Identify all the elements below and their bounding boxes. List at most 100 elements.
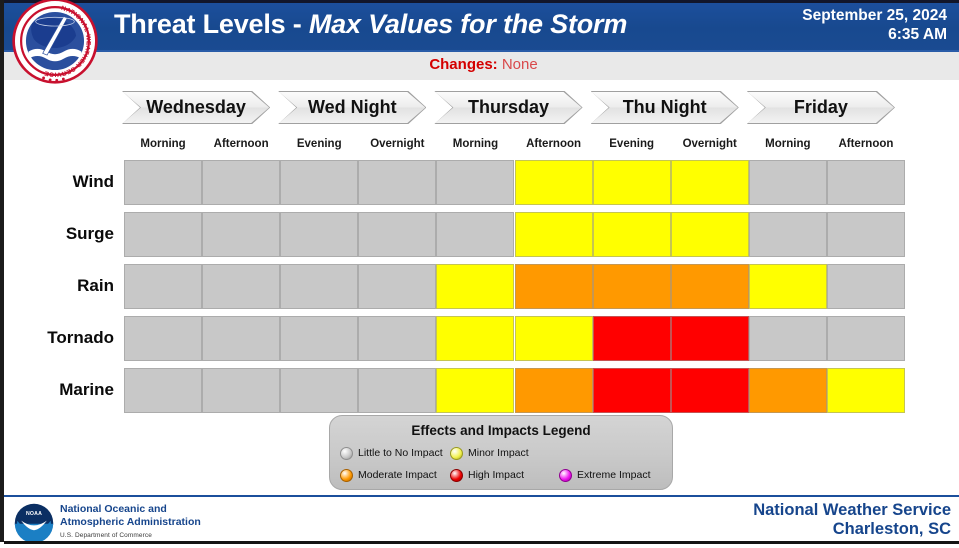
threat-cell-wind-1 [202, 160, 281, 205]
threat-cell-wind-8 [748, 160, 827, 205]
nws-office-line-2: Charleston, SC [832, 520, 951, 538]
threat-cell-surge-3 [358, 212, 437, 257]
period-label-4: Morning [452, 138, 499, 150]
threat-cell-tornado-1 [202, 316, 281, 361]
threat-row-label-tornado: Tornado [47, 327, 114, 347]
threat-cell-surge-7 [670, 212, 749, 257]
threat-cell-surge-9 [826, 212, 905, 257]
threat-cell-rain-0 [124, 264, 203, 309]
threat-cell-surge-5 [514, 212, 593, 257]
threat-cell-rain-4 [436, 264, 515, 309]
noaa-line-3: U.S. Department of Commerce [60, 531, 152, 539]
threat-cell-surge-4 [436, 212, 515, 257]
period-label-0: Morning [140, 138, 186, 150]
effects-impacts-legend: Effects and Impacts Legend Little to No … [329, 415, 673, 490]
threat-cell-rain-9 [826, 264, 905, 309]
noaa-logo-icon: NOAA [14, 503, 54, 543]
noaa-line-1: National Oceanic and [60, 503, 167, 515]
threat-cell-wind-4 [436, 160, 515, 205]
threat-cell-rain-1 [202, 264, 281, 309]
period-label-6: Evening [609, 138, 654, 150]
threat-cell-tornado-3 [358, 316, 437, 361]
legend-label: Moderate Impact [358, 469, 437, 481]
noaa-agency-text: National Oceanic and Atmospheric Adminis… [60, 503, 201, 542]
legend-label: Extreme Impact [577, 469, 651, 481]
changes-strip: Changes: None [4, 50, 959, 82]
changes-label: Changes: [429, 56, 498, 73]
page-title-plain: Threat Levels - [114, 9, 309, 39]
page-title: Threat Levels - Max Values for the Storm [114, 9, 774, 40]
threat-cell-wind-2 [280, 160, 359, 205]
threat-cell-wind-0 [124, 160, 203, 205]
header-date-text: September 25, 2024 [802, 7, 947, 24]
threat-cell-rain-3 [358, 264, 437, 309]
header-datetime: September 25, 2024 6:35 AM [802, 6, 947, 44]
threat-cell-wind-7 [670, 160, 749, 205]
changes-value: None [501, 56, 538, 73]
threat-cell-marine-5 [514, 368, 593, 413]
threat-cell-marine-8 [748, 368, 827, 413]
day-header-thursday: Thursday [435, 92, 581, 123]
period-label-5: Afternoon [526, 138, 582, 150]
changes-text: Changes: None [4, 56, 959, 73]
threat-cell-wind-5 [514, 160, 593, 205]
threat-cell-surge-2 [280, 212, 359, 257]
threat-cell-rain-2 [280, 264, 359, 309]
period-label-3: Overnight [370, 138, 425, 150]
threat-cell-surge-8 [748, 212, 827, 257]
threat-cell-marine-1 [202, 368, 281, 413]
legend-swatch-icon [559, 469, 572, 482]
threat-cell-tornado-0 [124, 316, 203, 361]
threat-row-label-rain: Rain [77, 275, 114, 295]
threat-cell-wind-6 [592, 160, 671, 205]
threat-cell-tornado-8 [748, 316, 827, 361]
header-time-text: 6:35 AM [888, 26, 947, 43]
nws-office-line-1: National Weather Service [753, 501, 951, 519]
threat-row-label-surge: Surge [65, 223, 114, 243]
legend-label: Minor Impact [468, 447, 529, 459]
threat-cell-marine-9 [826, 368, 905, 413]
threat-cell-marine-0 [124, 368, 203, 413]
threat-cell-tornado-5 [514, 316, 593, 361]
footer-bar: NOAA National Oceanic and Atmospheric Ad… [4, 495, 959, 544]
threat-cell-rain-5 [514, 264, 593, 309]
footer-bottom-edge [4, 541, 959, 544]
legend-swatch-icon [450, 447, 463, 460]
threat-cell-tornado-4 [436, 316, 515, 361]
threat-cell-tornado-2 [280, 316, 359, 361]
day-header-thu-night: Thu Night [592, 92, 738, 123]
legend-swatch-icon [340, 469, 353, 482]
period-label-2: Evening [296, 138, 342, 150]
period-label-7: Overnight [682, 138, 737, 150]
svg-text:NOAA: NOAA [26, 511, 42, 517]
threat-cell-wind-3 [358, 160, 437, 205]
period-label-8: Morning [765, 138, 811, 150]
threat-cell-marine-4 [436, 368, 515, 413]
day-header-wed-night: Wed Night [279, 92, 425, 123]
period-label-1: Afternoon [213, 138, 269, 150]
threat-cell-wind-9 [826, 160, 905, 205]
threat-row-label-wind: Wind [72, 171, 114, 191]
threat-cell-marine-7 [670, 368, 749, 413]
day-header-wednesday: Wednesday [123, 92, 269, 123]
national-weather-service-seal-icon: NATIONAL WEATHER SERVICE [11, 0, 99, 85]
page-title-italic: Max Values for the Storm [308, 9, 628, 39]
threat-cell-rain-8 [748, 264, 827, 309]
legend-label: High Impact [468, 469, 525, 481]
period-label-9: Afternoon [838, 138, 894, 150]
legend-label: Little to No Impact [358, 447, 443, 459]
threat-cell-tornado-9 [826, 316, 905, 361]
legend-title: Effects and Impacts Legend [411, 423, 591, 438]
threat-cell-rain-7 [670, 264, 749, 309]
threat-cell-surge-6 [592, 212, 671, 257]
threat-cell-marine-2 [280, 368, 359, 413]
day-header-friday: Friday [748, 92, 894, 123]
threat-cell-tornado-6 [592, 316, 671, 361]
threat-cell-surge-0 [124, 212, 203, 257]
threat-cell-tornado-7 [670, 316, 749, 361]
nws-office-text: National Weather Service Charleston, SC [753, 501, 951, 539]
threat-cell-marine-3 [358, 368, 437, 413]
threat-cell-marine-6 [592, 368, 671, 413]
noaa-line-2: Atmospheric Administration [60, 515, 201, 528]
threat-cell-rain-6 [592, 264, 671, 309]
